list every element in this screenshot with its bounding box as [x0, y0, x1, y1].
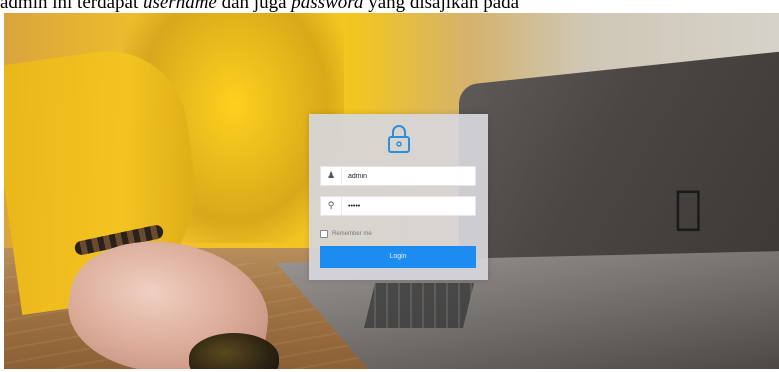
doc-text-2: dan juga: [216, 0, 292, 13]
username-input[interactable]: [342, 167, 475, 185]
remember-label: Remember me: [332, 231, 372, 237]
laptop-keyboard: [364, 283, 474, 328]
login-card: ♟ ⚲ Remember me Login: [309, 114, 488, 280]
remember-me[interactable]: Remember me: [320, 230, 372, 238]
password-input[interactable]: [342, 197, 475, 215]
doc-italic-username: username: [142, 0, 217, 13]
remember-checkbox[interactable]: [320, 230, 328, 238]
user-icon: ♟: [321, 167, 342, 185]
doc-text-3: yang disajikan pada: [363, 0, 520, 13]
apple-logo-icon: : [664, 183, 712, 231]
document-text-line: admin ini terdapat username dan juga pas…: [0, 0, 779, 13]
doc-text-1: admin ini terdapat: [0, 0, 143, 13]
password-field: ⚲: [320, 196, 476, 216]
key-icon: ⚲: [321, 197, 342, 215]
username-field: ♟: [320, 166, 476, 186]
doc-italic-password: password: [291, 0, 364, 13]
lock-icon: [388, 125, 410, 153]
login-button[interactable]: Login: [320, 246, 476, 268]
